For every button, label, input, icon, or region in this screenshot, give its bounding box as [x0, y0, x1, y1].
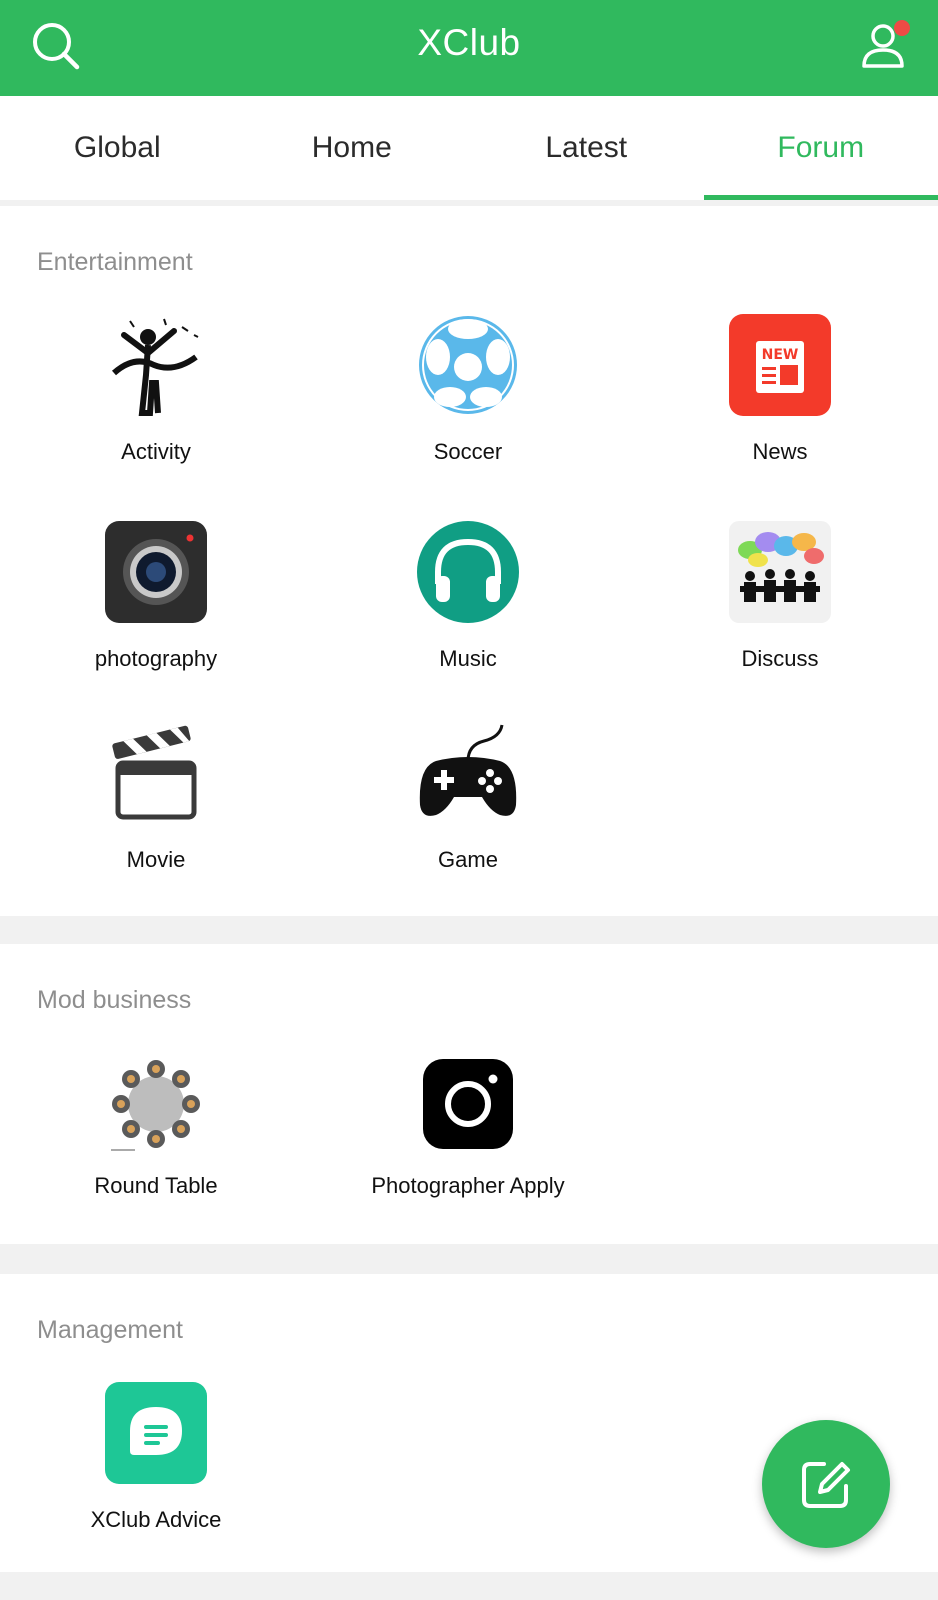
forum-item-xclub-advice[interactable]: XClub Advice [6, 1381, 306, 1533]
item-label: Activity [121, 439, 191, 464]
app-bar: XClub [0, 0, 938, 96]
forum-item-game[interactable]: Game [318, 721, 618, 873]
section-title: Management [37, 1316, 183, 1344]
tab-latest[interactable]: Latest [469, 96, 704, 200]
forum-item-music[interactable]: Music [318, 520, 618, 672]
discussion-group-icon [728, 520, 832, 624]
finish-line-runner-icon [104, 313, 208, 417]
item-label: photography [94, 646, 218, 671]
section-entertainment: Entertainment Activity Soccer NEW News p… [0, 206, 938, 916]
forum-item-discuss[interactable]: Discuss [630, 520, 930, 672]
round-table-icon [109, 1057, 203, 1151]
section-title: Mod business [37, 986, 192, 1014]
clapperboard-icon [104, 721, 208, 825]
soccer-ball-icon [416, 313, 520, 417]
item-label: Movie [126, 847, 186, 872]
item-label: Game [438, 847, 498, 872]
notification-dot [894, 20, 910, 36]
forum-item-soccer[interactable]: Soccer [318, 313, 618, 465]
section-mod-business: Mod business Round Table Photographer Ap… [0, 944, 938, 1244]
tab-forum[interactable]: Forum [703, 96, 938, 200]
chat-bubble-icon [104, 1381, 208, 1485]
forum-item-news[interactable]: NEW News [630, 313, 930, 465]
compose-button[interactable] [762, 1420, 890, 1548]
gamepad-icon [416, 721, 520, 825]
item-label: Soccer [433, 439, 503, 464]
tab-home[interactable]: Home [235, 96, 470, 200]
section-title: Entertainment [37, 248, 193, 276]
svg-text:NEW: NEW [762, 347, 799, 363]
item-label: Photographer Apply [371, 1173, 565, 1198]
instagram-camera-icon [421, 1057, 515, 1151]
item-label: Round Table [94, 1173, 218, 1198]
camera-icon [104, 520, 208, 624]
forum-item-movie[interactable]: Movie [6, 721, 306, 873]
item-label: Music [439, 646, 497, 671]
tab-bar: Global Home Latest Forum [0, 96, 938, 200]
tab-global[interactable]: Global [0, 96, 235, 200]
app-title: XClub [417, 22, 521, 63]
forum-item-activity[interactable]: Activity [6, 313, 306, 465]
news-icon: NEW [728, 313, 832, 417]
item-label: Discuss [741, 646, 819, 671]
edit-icon [802, 1462, 850, 1508]
headphones-icon [416, 520, 520, 624]
forum-item-round-table[interactable]: Round Table [6, 1057, 306, 1199]
profile-icon[interactable] [856, 16, 916, 76]
forum-item-photographer-apply[interactable]: Photographer Apply [318, 1057, 618, 1199]
item-label: XClub Advice [90, 1507, 222, 1532]
item-label: News [752, 439, 808, 464]
forum-item-photography[interactable]: photography [6, 520, 306, 672]
